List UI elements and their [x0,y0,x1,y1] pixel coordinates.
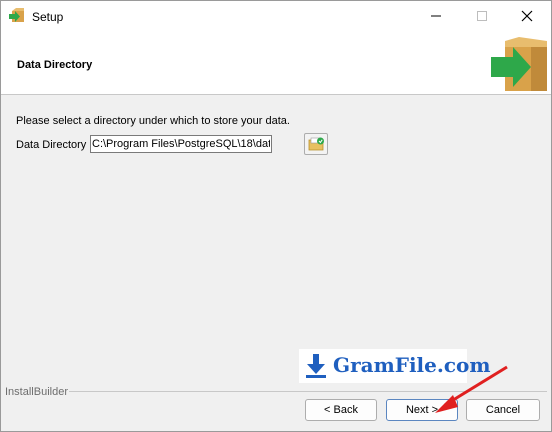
minimize-icon [431,15,441,17]
installbuilder-brand: InstallBuilder [5,386,68,398]
maximize-icon [477,11,487,21]
window-title: Setup [32,10,64,24]
browse-button[interactable] [304,133,328,155]
page-header: Data Directory [1,32,551,95]
setup-window: Setup Data Directory Please select a dir… [0,0,552,432]
instructions-text: Please select a directory under which to… [16,115,290,127]
installer-box-arrow-icon [491,37,547,91]
close-icon [521,10,533,22]
folder-browse-icon [308,137,324,151]
minimize-button[interactable] [414,1,460,32]
data-directory-input[interactable] [90,135,272,153]
installer-box-arrow-icon [9,8,24,22]
title-bar: Setup [1,1,551,32]
data-directory-label: Data Directory [16,139,87,151]
page-title: Data Directory [17,59,93,71]
red-annotation-arrow-icon [435,365,508,413]
download-arrow-icon [306,354,326,378]
back-button[interactable]: < Back [305,399,377,421]
maximize-button[interactable] [460,1,506,32]
close-button[interactable] [505,1,551,32]
